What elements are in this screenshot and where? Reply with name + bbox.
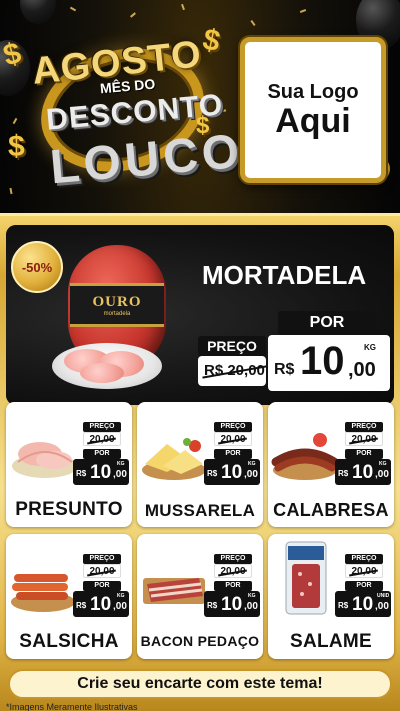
- disclaimer-note: *Imagens Meramente Ilustrativas: [6, 702, 138, 711]
- calabresa-image: [271, 433, 339, 480]
- price-unit: KG: [117, 461, 125, 467]
- currency: R$: [76, 469, 87, 478]
- product-card-presunto[interactable]: PREÇO 20,00 POR R$ 10 ,00 KG PRESUNTO: [6, 402, 132, 527]
- old-price-label: PREÇO: [83, 554, 121, 564]
- product-card-bacon[interactable]: PREÇO 20,00 POR R$ 10 ,00 KG BACON PEDAÇ…: [137, 534, 263, 659]
- featured-product-name: MORTADELA: [202, 260, 367, 290]
- featured-product-card[interactable]: OURO mortadela -50% MORTADELA PREÇO R$ 2…: [6, 225, 394, 405]
- logo-line-2: Aqui: [275, 101, 351, 140]
- old-price-label: PREÇO: [214, 422, 252, 432]
- flyer-header: AGOSTO MÊS DO DESCONTO LOUCO $ $ $ $ Sua…: [0, 0, 400, 210]
- new-price-box: R$ 10 ,00 KG: [73, 591, 129, 617]
- product-name: CALABRESA: [273, 500, 389, 520]
- cta-button[interactable]: Crie seu encarte com este tema!: [8, 669, 392, 699]
- new-price-int: 10: [221, 462, 243, 483]
- new-price-box: R$ 10 ,00 KG: [204, 459, 260, 485]
- price-unit: KG: [248, 593, 256, 599]
- discount-badge: -50%: [11, 241, 63, 293]
- new-price-box: R$ 10 ,00 KG: [73, 459, 129, 485]
- new-price-label: POR: [83, 449, 121, 459]
- old-price-label: PREÇO: [83, 422, 121, 432]
- new-price-int: 10: [352, 594, 374, 615]
- old-price-label: PREÇO: [345, 554, 383, 564]
- price-unit: KG: [248, 461, 256, 467]
- old-price: R$ 20,00: [204, 362, 265, 379]
- new-price-label: POR: [278, 311, 376, 335]
- currency: R$: [207, 601, 218, 610]
- brand-sub-label: mortadela: [103, 310, 131, 317]
- new-price-label: POR: [83, 581, 121, 591]
- product-name: BACON PEDAÇO: [140, 633, 260, 649]
- currency: R$: [338, 469, 349, 478]
- product-name: MUSSARELA: [144, 501, 256, 520]
- new-price-dec: ,00: [113, 469, 127, 480]
- new-price-box: R$ 10 ,00 KG: [335, 459, 391, 485]
- new-price-int: 10: [300, 339, 345, 383]
- bacon-image: [143, 578, 205, 604]
- new-price-int: 10: [90, 594, 112, 615]
- old-price: 20,00: [345, 564, 383, 578]
- new-price-label: POR: [214, 449, 252, 459]
- old-price-label: PREÇO: [198, 336, 266, 356]
- new-price-int: 10: [90, 462, 112, 483]
- new-price-box: R$ 10 ,00 UNID: [335, 591, 391, 617]
- dollar-sign-icon: $: [196, 112, 210, 139]
- logo-placeholder[interactable]: Sua Logo Aqui: [240, 37, 386, 183]
- campaign-title: AGOSTO MÊS DO DESCONTO LOUCO: [10, 20, 245, 195]
- new-price-box: R$ 10 ,00 KG: [268, 335, 390, 391]
- flyer: AGOSTO MÊS DO DESCONTO LOUCO $ $ $ $ Sua…: [0, 0, 400, 711]
- brand-label: OURO: [92, 293, 142, 310]
- salsicha-image: [11, 574, 75, 612]
- currency: R$: [338, 601, 349, 610]
- product-name: SALSICHA: [19, 631, 119, 652]
- old-price: 20,00: [214, 564, 252, 578]
- price-unit: KG: [379, 461, 387, 467]
- currency: R$: [207, 469, 218, 478]
- product-card-salame[interactable]: PREÇO 20,00 POR R$ 10 ,00 UNID SALAME: [268, 534, 394, 659]
- old-price: 20,00: [214, 432, 252, 446]
- dollar-sign-icon: $: [8, 130, 25, 163]
- old-price: 20,00: [83, 564, 121, 578]
- old-price-label: PREÇO: [214, 554, 252, 564]
- confetti-decoration: [299, 9, 307, 13]
- new-price-dec: ,00: [244, 469, 258, 480]
- new-price-dec: ,00: [375, 601, 389, 612]
- new-price-dec: ,00: [244, 601, 258, 612]
- mortadela-slice-image: [80, 363, 124, 383]
- new-price-label: POR: [214, 581, 252, 591]
- product-name: SALAME: [289, 631, 373, 652]
- old-price: 20,00: [83, 432, 121, 446]
- price-unit: KG: [364, 343, 376, 352]
- new-price-label: POR: [345, 449, 383, 459]
- logo-line-1: Sua Logo: [267, 80, 359, 103]
- product-card-mussarela[interactable]: PREÇO 20,00 POR R$ 10 ,00 KG MUSSARELA: [137, 402, 263, 527]
- confetti-decoration: [130, 12, 136, 18]
- old-price-label: PREÇO: [345, 422, 383, 432]
- new-price-dec: ,00: [375, 469, 389, 480]
- confetti-decoration: [69, 6, 77, 12]
- currency: R$: [274, 361, 295, 378]
- new-price-int: 10: [221, 594, 243, 615]
- product-name: PRESUNTO: [15, 499, 123, 520]
- product-card-calabresa[interactable]: PREÇO 20,00 POR R$ 10 ,00 KG CALABRESA: [268, 402, 394, 527]
- new-price-int: 10: [352, 462, 374, 483]
- old-price-box: R$ 20,00: [198, 356, 266, 386]
- new-price-label: POR: [345, 581, 383, 591]
- confetti-decoration: [181, 3, 185, 11]
- offers-panel: OURO mortadela -50% MORTADELA PREÇO R$ 2…: [0, 213, 400, 711]
- confetti-decoration: [250, 19, 256, 27]
- price-unit: UNID: [377, 593, 390, 599]
- price-unit: KG: [117, 593, 125, 599]
- new-price-dec: ,00: [113, 601, 127, 612]
- salame-image: [285, 541, 327, 615]
- product-card-salsicha[interactable]: PREÇO 20,00 POR R$ 10 ,00 KG SALSICHA: [6, 534, 132, 659]
- presunto-image: [12, 442, 78, 478]
- old-price: 20,00: [345, 432, 383, 446]
- new-price-dec: ,00: [348, 359, 376, 381]
- mussarela-image: [142, 438, 206, 480]
- mortadela-package-label: OURO mortadela: [70, 283, 164, 327]
- currency: R$: [76, 601, 87, 610]
- new-price-box: R$ 10 ,00 KG: [204, 591, 260, 617]
